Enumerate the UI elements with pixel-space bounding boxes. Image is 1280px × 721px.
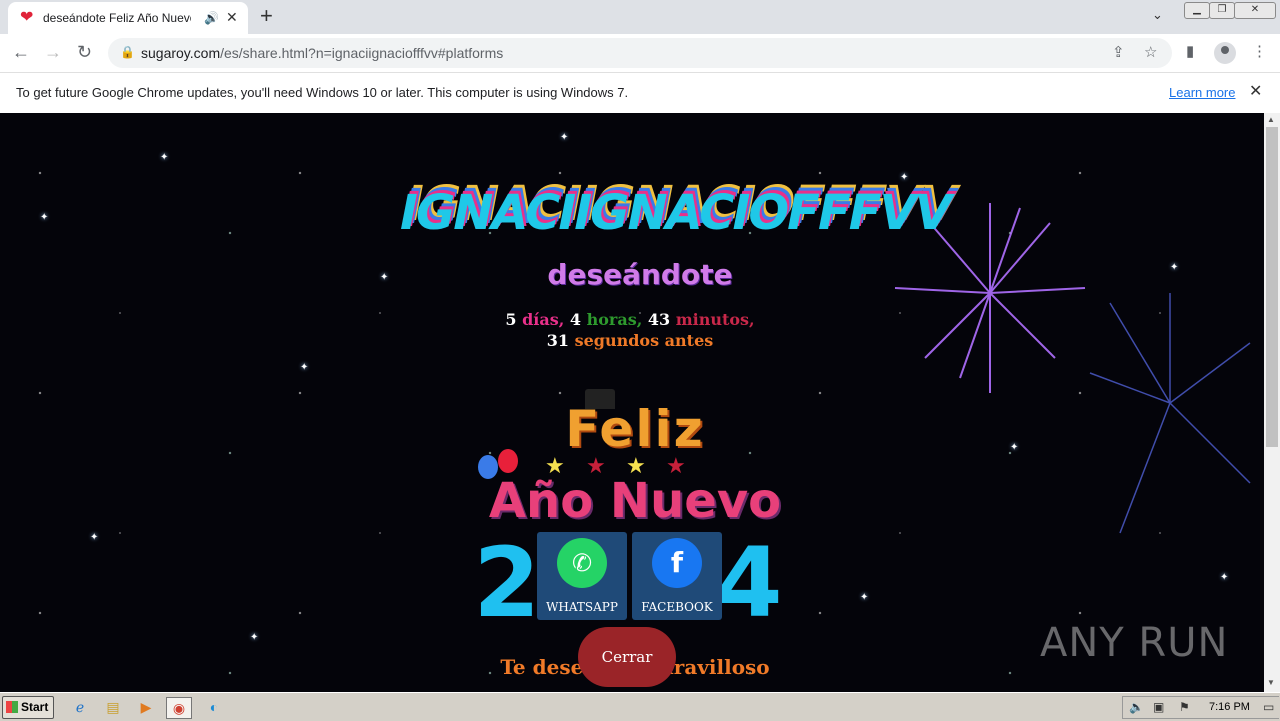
greeting-line2: Año Nuevo [488,473,782,529]
sparkle-icon: ✦ [1170,262,1179,273]
countdown-hours-label: horas, [586,310,643,329]
network-icon[interactable]: ▣ [1153,699,1164,715]
greeting-line1: Feliz [565,400,705,458]
profile-avatar[interactable] [1214,42,1236,64]
tab-close-icon[interactable]: ✕ [226,9,238,25]
share-icon[interactable]: ⇪ [1112,44,1125,62]
action-center-flag-icon[interactable]: ⚑ [1179,699,1190,715]
tab-strip: ❤ deseándote Feliz Año Nuevo 2024 🔊 ✕ + … [0,0,1280,34]
browser-tab[interactable]: ❤ deseándote Feliz Año Nuevo 2024 🔊 ✕ [8,2,248,34]
forward-arrow-icon[interactable]: → [44,42,62,62]
url-text[interactable]: sugaroy.com/es/share.html?n=ignaciignaci… [141,45,503,61]
windows-logo-icon [6,701,18,713]
infobar-message: To get future Google Chrome updates, you… [16,85,629,100]
windows-taskbar: Start ℯ ▤ ▶ ◉ ◐ 🔈 ▣ ⚑ 7:16 PM ▭ [0,692,1280,721]
lock-icon[interactable]: 🔒 [120,45,135,59]
countdown-days-label: días, [522,310,565,329]
countdown-minutes-value: 43 [647,310,671,329]
countdown-minutes-label: minutos, [675,310,755,329]
balloon-icon [498,449,518,473]
speaker-icon[interactable]: 🔊 [204,11,219,25]
sparkle-icon: ✦ [560,132,569,143]
window-close-button[interactable]: ✕ [1234,2,1276,19]
infobar-close-icon[interactable]: ✕ [1249,83,1262,101]
sparkle-icon: ✦ [1220,572,1229,583]
recipient-name: IGNACIIGNACIOFFFVV [400,185,952,241]
media-player-icon[interactable]: ▶ [134,697,158,717]
facebook-share-button[interactable]: f FACEBOOK [632,532,722,620]
scroll-down-icon[interactable]: ▼ [1267,678,1275,687]
reload-icon[interactable]: ↻ [77,42,92,62]
countdown-timer: 5 días, 4 horas, 43 minutos, 31 segundos… [430,309,830,351]
bookmark-star-icon[interactable]: ☆ [1144,44,1157,62]
sparkle-icon: ✦ [160,152,169,163]
sparkle-icon: ✦ [1010,442,1019,453]
wish-subtitle: deseándote [547,258,733,291]
scroll-up-icon[interactable]: ▲ [1267,115,1275,124]
vertical-scrollbar[interactable]: ▲ ▼ [1264,113,1280,692]
countdown-days-value: 5 [505,310,517,329]
sparkle-icon: ✦ [90,532,99,543]
address-bar[interactable]: 🔒 sugaroy.com/es/share.html?n=ignaciigna… [108,38,1172,68]
show-desktop-icon[interactable]: ▭ [1263,699,1274,715]
countdown-seconds-label: segundos antes [574,331,714,350]
browser-toolbar: ← → ↻ 🔒 sugaroy.com/es/share.html?n=igna… [0,34,1280,72]
countdown-hours-value: 4 [569,310,582,329]
whatsapp-icon: ✆ [557,538,607,588]
close-button[interactable]: Cerrar [578,627,676,687]
sparkle-icon: ✦ [250,632,259,643]
folder-icon[interactable]: ▤ [101,697,125,717]
menu-kebab-icon[interactable]: ⋮ [1252,43,1267,61]
system-tray: 🔈 ▣ ⚑ 7:16 PM ▭ [1122,696,1279,719]
internet-explorer-icon[interactable]: ℯ [68,697,92,717]
whatsapp-label: WHATSAPP [546,600,618,614]
start-button[interactable]: Start [2,696,54,719]
chrome-icon[interactable]: ◉ [166,697,192,719]
tab-title: deseándote Feliz Año Nuevo 2024 [43,11,191,25]
side-panel-icon[interactable]: ▮ [1186,43,1194,61]
new-tab-button[interactable]: + [260,5,273,27]
back-arrow-icon[interactable]: ← [12,42,30,62]
volume-icon[interactable]: 🔈 [1129,699,1144,715]
facebook-icon: f [652,538,702,588]
firework-graphic [1089,293,1251,534]
countdown-seconds-value: 31 [546,331,570,350]
sparkle-icon: ✦ [380,272,389,283]
sparkle-icon: ✦ [300,362,309,373]
page-content: ✦ ✦ ✦ ✦ ✦ ✦ ✦ ✦ ✦ ✦ ✦ ✦ IGNACIIGNACIOFFF… [0,113,1264,692]
facebook-label: FACEBOOK [641,600,713,614]
clock[interactable]: 7:16 PM [1209,700,1250,714]
learn-more-link[interactable]: Learn more [1169,85,1235,101]
minimize-button[interactable]: ▁ [1184,2,1210,19]
restore-button[interactable]: ❐ [1209,2,1235,19]
heart-icon: ❤ [20,9,34,26]
edge-icon[interactable]: ◐ [202,697,226,717]
anyrun-watermark: ANY RUN [1040,620,1229,666]
whatsapp-share-button[interactable]: ✆ WHATSAPP [537,532,627,620]
tab-search-chevron-icon[interactable]: ⌄ [1152,7,1163,23]
scrollbar-thumb[interactable] [1266,127,1278,447]
update-infobar: To get future Google Chrome updates, you… [0,72,1280,114]
sparkle-icon: ✦ [40,212,49,223]
sparkle-icon: ✦ [860,592,869,603]
sparkle-icon: ✦ [900,172,909,183]
